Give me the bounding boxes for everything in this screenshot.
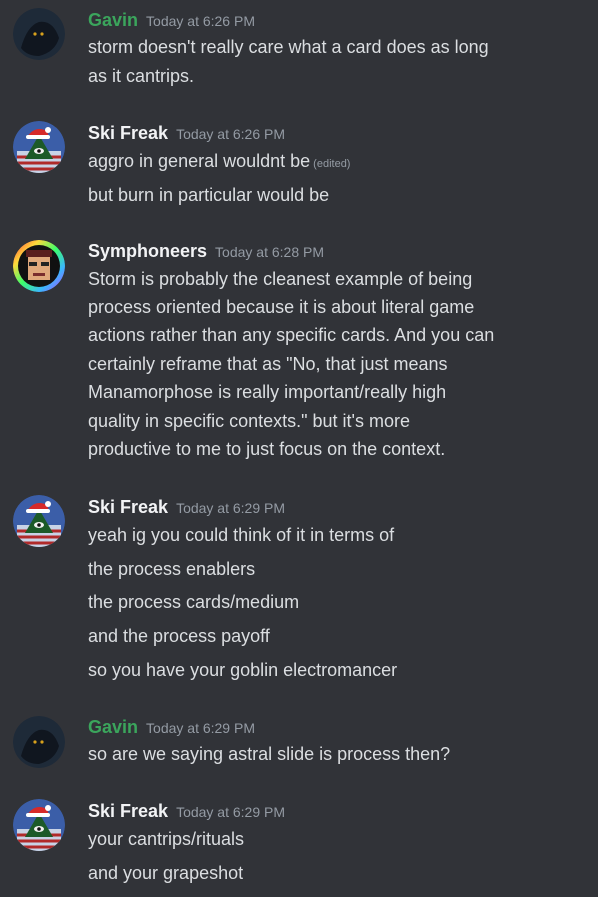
message-text: the process cards/medium (88, 592, 300, 612)
message-text: your cantrips/rituals (88, 829, 245, 849)
pixel-face-rainbow-avatar-icon (13, 240, 65, 292)
message-text: Storm is probably the cleanest example o… (88, 269, 473, 289)
message-text: yeah ig you could think of it in terms o… (88, 525, 395, 545)
timestamp: Today at 6:29 PM (176, 804, 286, 820)
illuminati-santa-hat-avatar-icon (13, 121, 65, 173)
message-text: quality in specific contexts." but it's … (88, 411, 410, 431)
dark-creature-avatar-icon (13, 716, 65, 768)
avatar[interactable] (13, 240, 65, 292)
timestamp: Today at 6:26 PM (176, 126, 286, 142)
timestamp: Today at 6:28 PM (215, 244, 324, 260)
message-text: as it cantrips. (88, 66, 195, 86)
timestamp: Today at 6:29 PM (146, 720, 255, 736)
message-header: Ski Freak Today at 6:26 PM (88, 123, 285, 144)
timestamp: Today at 6:26 PM (146, 13, 255, 29)
message-header: Gavin Today at 6:26 PM (88, 10, 255, 31)
message-text: actions rather than any specific cards. … (88, 325, 495, 345)
message-text: Manamorphose is really important/really … (88, 382, 447, 402)
message-header: Ski Freak Today at 6:29 PM (88, 801, 285, 822)
illuminati-santa-hat-avatar-icon (13, 799, 65, 851)
message-text: so are we saying astral slide is process… (88, 744, 451, 764)
edited-label: (edited) (313, 158, 351, 170)
message-header: Symphoneers Today at 6:28 PM (88, 241, 324, 262)
avatar[interactable] (13, 716, 65, 768)
avatar[interactable] (13, 8, 65, 60)
avatar[interactable] (13, 121, 65, 173)
timestamp: Today at 6:29 PM (176, 500, 286, 516)
message-text: storm doesn't really care what a card do… (88, 37, 489, 57)
message-text: so you have your goblin electromancer (88, 660, 398, 680)
message-text: process oriented because it is about lit… (88, 297, 475, 317)
message-text: productive to me to just focus on the co… (88, 439, 446, 459)
message-text-content: aggro in general wouldnt be (88, 151, 311, 171)
username[interactable]: Gavin (88, 717, 138, 737)
username[interactable]: Ski Freak (88, 497, 168, 517)
dark-creature-avatar-icon (13, 8, 65, 60)
username[interactable]: Symphoneers (88, 241, 207, 261)
message-text: and the process payoff (88, 626, 270, 646)
username[interactable]: Ski Freak (88, 801, 168, 821)
avatar[interactable] (13, 495, 65, 547)
message-text: certainly reframe that as "No, that just… (88, 354, 448, 374)
avatar[interactable] (13, 799, 65, 851)
username[interactable]: Ski Freak (88, 123, 168, 143)
message-text: aggro in general wouldnt be (edited) (88, 151, 350, 172)
message-text: the process enablers (88, 559, 256, 579)
message-header: Ski Freak Today at 6:29 PM (88, 497, 285, 518)
message-header: Gavin Today at 6:29 PM (88, 717, 255, 738)
username[interactable]: Gavin (88, 10, 138, 30)
message-text: and your grapeshot (88, 863, 244, 883)
message-text: but burn in particular would be (88, 185, 330, 205)
illuminati-santa-hat-avatar-icon (13, 495, 65, 547)
